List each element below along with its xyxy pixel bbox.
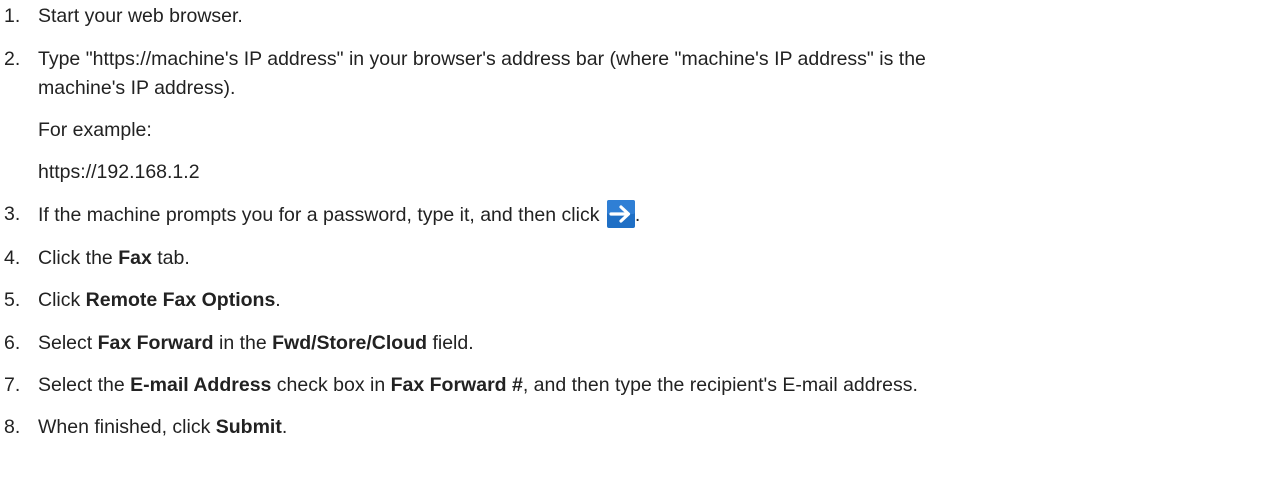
text-segment: check box in xyxy=(271,374,391,396)
text-segment: Click the xyxy=(38,247,119,269)
text-segment: Click xyxy=(38,289,86,311)
ui-label-fwd-store-cloud: Fwd/Store/Cloud xyxy=(272,332,428,354)
step-number: 5. xyxy=(4,289,21,311)
step-number: 6. xyxy=(4,332,21,354)
step-number: 8. xyxy=(4,416,21,438)
example-url: https://192.168.1.2 xyxy=(38,161,200,183)
ui-label-fax-tab: Fax xyxy=(118,247,152,269)
step-tail: . xyxy=(634,204,641,226)
step-number: 4. xyxy=(4,247,21,269)
step-number: 3. xyxy=(4,203,21,225)
text-segment: tab. xyxy=(151,247,190,269)
step-number: 1. xyxy=(4,5,21,27)
text-segment: . xyxy=(281,416,288,438)
step-text: If the machine prompts you for a passwor… xyxy=(38,204,600,226)
ui-label-fax-forward: Fax Forward xyxy=(97,332,214,354)
step-text: When finished, click Submit. xyxy=(38,413,1266,442)
example-label: For example: xyxy=(38,119,152,141)
step-text: Start your web browser. xyxy=(38,5,243,27)
step-text: Select the E-mail Address check box in F… xyxy=(38,371,1266,400)
ui-label-remote-fax-options: Remote Fax Options xyxy=(85,289,276,311)
arrow-right-icon xyxy=(606,200,635,228)
text-segment: . xyxy=(275,289,281,311)
step-number: 7. xyxy=(4,374,21,396)
text-segment: , and then type the recipient's E-mail a… xyxy=(522,374,918,396)
text-segment: field. xyxy=(427,332,474,354)
step-text: Click the Fax tab. xyxy=(38,244,1266,273)
step-text-line-1: Type "https://machine's IP address" in y… xyxy=(38,48,926,70)
ui-label-fax-forward-number: Fax Forward # xyxy=(390,374,523,396)
text-segment: Select the xyxy=(38,374,131,396)
step-text-line-2: machine's IP address). xyxy=(38,77,236,99)
ui-label-email-address: E-mail Address xyxy=(130,374,272,396)
step-text-wrap: If the machine prompts you for a passwor… xyxy=(38,200,1266,230)
text-segment: Select xyxy=(38,332,98,354)
step-text: Click Remote Fax Options. xyxy=(38,286,1266,315)
ui-label-submit: Submit xyxy=(215,416,282,438)
step-2: 2. Type "https://machine's IP address" i… xyxy=(0,45,1276,183)
text-segment: in the xyxy=(213,332,273,354)
step-text: Select Fax Forward in the Fwd/Store/Clou… xyxy=(38,329,1266,358)
step-number: 2. xyxy=(4,48,21,70)
text-segment: When finished, click xyxy=(38,416,216,438)
